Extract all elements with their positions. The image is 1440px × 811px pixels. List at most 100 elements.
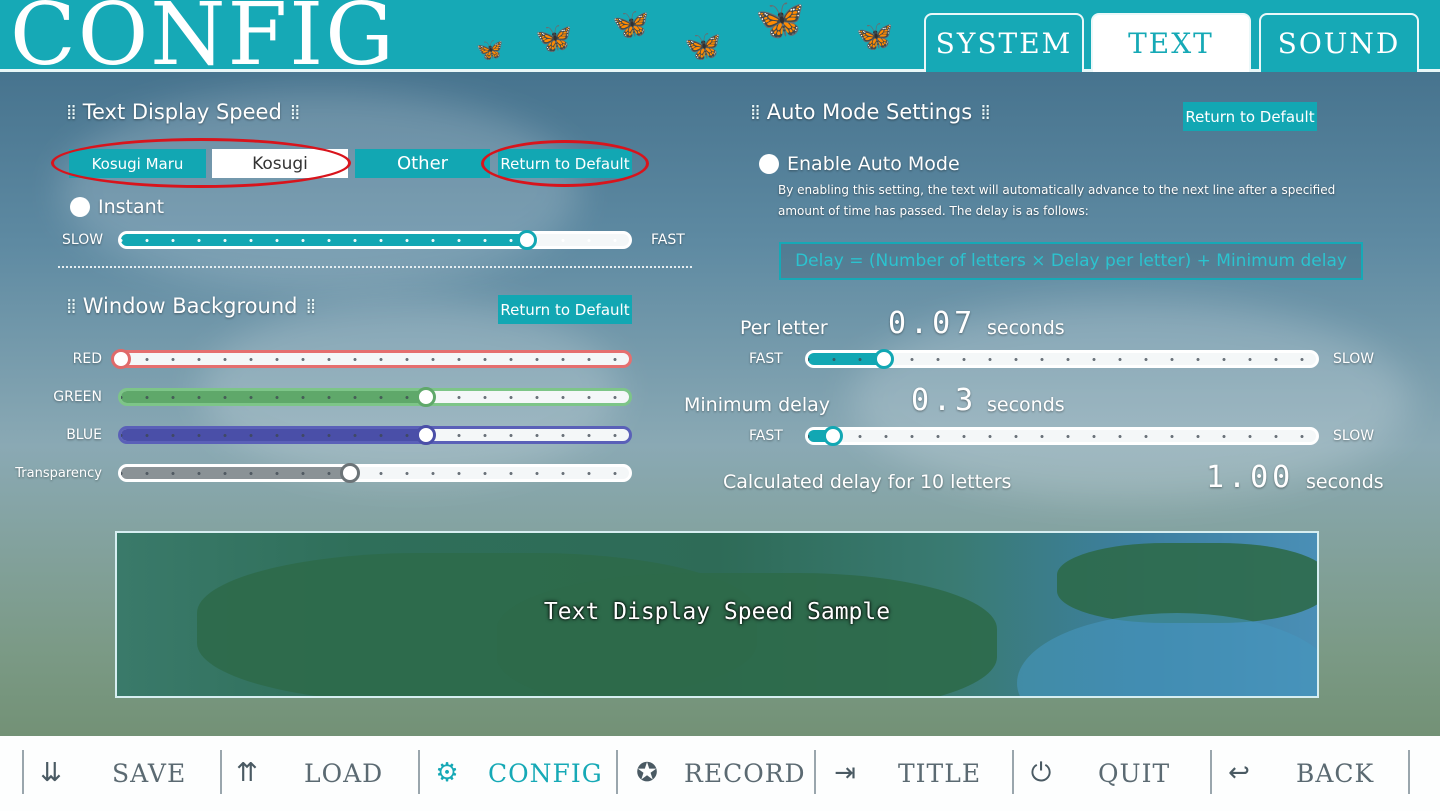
grip-icon: ⁞⁞ — [750, 100, 761, 124]
text-speed-heading: ⁞⁞ Text Display Speed ⁞⁞ — [58, 100, 307, 124]
text-sample-window: Text Display Speed Sample — [115, 531, 1319, 698]
section-title: Window Background — [82, 294, 298, 318]
nav-save[interactable]: ⇊ SAVE — [34, 752, 186, 794]
grip-icon: ⁞⁞ — [980, 100, 991, 124]
slow-label: SLOW — [1333, 351, 1375, 367]
nav-title[interactable]: ⇥ TITLE — [828, 752, 981, 794]
per-letter-value: 0.07 — [888, 306, 977, 341]
back-arrow-icon: ↩ — [1228, 758, 1250, 788]
nav-label: BACK — [1296, 758, 1375, 788]
grip-icon: ⁞⁞ — [289, 100, 301, 124]
medal-icon: ✪ — [636, 758, 658, 788]
transparency-label: Transparency — [15, 466, 102, 481]
nav-separator — [1012, 750, 1014, 794]
fast-label: FAST — [651, 232, 685, 248]
auto-mode-return-default-button[interactable]: Return to Default — [1183, 102, 1317, 131]
slider-ticks — [121, 396, 629, 399]
per-letter-slider[interactable] — [805, 349, 1319, 369]
nav-quit[interactable]: ⏻ QUIT — [1024, 752, 1170, 794]
page-title: CONFIG — [10, 0, 396, 85]
font-kosugi-button[interactable]: Kosugi — [212, 149, 348, 178]
blue-label: BLUE — [66, 427, 102, 443]
window-bg-return-default-button[interactable]: Return to Default — [498, 295, 632, 324]
font-kosugi-maru-button[interactable]: Kosugi Maru — [69, 149, 206, 178]
nav-separator — [814, 750, 816, 794]
nav-separator — [1408, 750, 1410, 794]
slow-label: SLOW — [62, 232, 104, 248]
fast-label: FAST — [749, 351, 783, 367]
tab-text[interactable]: TEXT — [1091, 13, 1251, 72]
per-letter-unit: seconds — [987, 317, 1065, 339]
section-divider — [58, 266, 692, 268]
nav-record[interactable]: ✪ RECORD — [630, 752, 806, 794]
island-shape — [497, 573, 997, 696]
slider-knob[interactable] — [874, 349, 895, 369]
nav-config[interactable]: ⚙ CONFIG — [430, 752, 603, 794]
exit-icon: ⇥ — [834, 758, 856, 788]
butterfly-icon: 🦋 — [856, 19, 894, 54]
nav-label: SAVE — [112, 758, 187, 788]
text-speed-slider[interactable] — [118, 230, 632, 250]
min-delay-slider[interactable] — [805, 426, 1319, 446]
grip-icon: ⁞⁞ — [66, 294, 77, 318]
slider-knob[interactable] — [415, 387, 436, 407]
nav-label: TITLE — [898, 758, 982, 788]
load-icon: ⇈ — [236, 758, 258, 788]
nav-load[interactable]: ⇈ LOAD — [230, 752, 383, 794]
enable-auto-mode-radio[interactable]: Enable Auto Mode — [759, 153, 960, 175]
transparency-slider[interactable] — [118, 463, 632, 483]
min-delay-label: Minimum delay — [684, 394, 831, 416]
auto-mode-heading: ⁞⁞ Auto Mode Settings ⁞⁞ — [742, 100, 997, 124]
slider-knob[interactable] — [415, 425, 436, 445]
slider-ticks — [121, 358, 629, 361]
gear-icon: ⚙ — [435, 758, 459, 788]
sea-shape — [1017, 613, 1317, 696]
fast-label: FAST — [749, 428, 783, 444]
header-bar: CONFIG 🦋 🦋 🦋 🦋 🦋 🦋 SYSTEM TEXT SOUND — [0, 0, 1440, 78]
calc-delay-unit: seconds — [1306, 471, 1384, 493]
slider-ticks — [808, 435, 1316, 438]
butterfly-icon: 🦋 — [535, 21, 573, 56]
calc-delay-label: Calculated delay for 10 letters — [723, 471, 1012, 493]
butterfly-icon: 🦋 — [684, 29, 722, 64]
tab-system[interactable]: SYSTEM — [924, 13, 1084, 72]
min-delay-unit: seconds — [987, 394, 1065, 416]
enable-auto-mode-label: Enable Auto Mode — [787, 153, 960, 175]
save-icon: ⇊ — [40, 758, 62, 788]
radio-circle — [759, 154, 779, 174]
red-slider[interactable] — [111, 349, 632, 369]
sample-text: Text Display Speed Sample — [543, 599, 891, 625]
per-letter-label: Per letter — [740, 317, 828, 339]
green-label: GREEN — [53, 389, 102, 405]
power-icon: ⏻ — [1030, 757, 1052, 788]
text-speed-return-default-button[interactable]: Return to Default — [498, 149, 632, 178]
nav-separator — [616, 750, 618, 794]
tab-sound[interactable]: SOUND — [1259, 13, 1419, 72]
butterfly-icon: 🦋 — [612, 7, 650, 42]
slider-knob[interactable] — [823, 426, 844, 446]
slider-ticks — [121, 472, 629, 475]
font-other-button[interactable]: Other — [355, 149, 490, 178]
grip-icon: ⁞⁞ — [305, 294, 316, 318]
butterfly-icon: 🦋 — [476, 38, 504, 63]
slider-knob[interactable] — [339, 463, 360, 483]
red-label: RED — [72, 351, 102, 367]
instant-radio[interactable]: Instant — [70, 196, 164, 218]
green-slider[interactable] — [118, 387, 632, 407]
slider-ticks — [121, 239, 629, 242]
delay-formula: Delay = (Number of letters × Delay per l… — [779, 242, 1363, 280]
section-title: Text Display Speed — [82, 100, 282, 124]
nav-back[interactable]: ↩ BACK — [1222, 752, 1374, 794]
slider-knob[interactable] — [111, 349, 131, 369]
radio-circle — [70, 197, 90, 217]
nav-separator — [418, 750, 420, 794]
slider-knob[interactable] — [517, 230, 538, 250]
blue-slider[interactable] — [118, 425, 632, 445]
nav-label: RECORD — [684, 758, 806, 788]
nav-separator — [1210, 750, 1212, 794]
grip-icon: ⁞⁞ — [66, 100, 77, 124]
instant-label: Instant — [98, 196, 165, 218]
nav-separator — [22, 750, 24, 794]
nav-label: QUIT — [1098, 758, 1171, 788]
nav-label: CONFIG — [488, 758, 603, 788]
